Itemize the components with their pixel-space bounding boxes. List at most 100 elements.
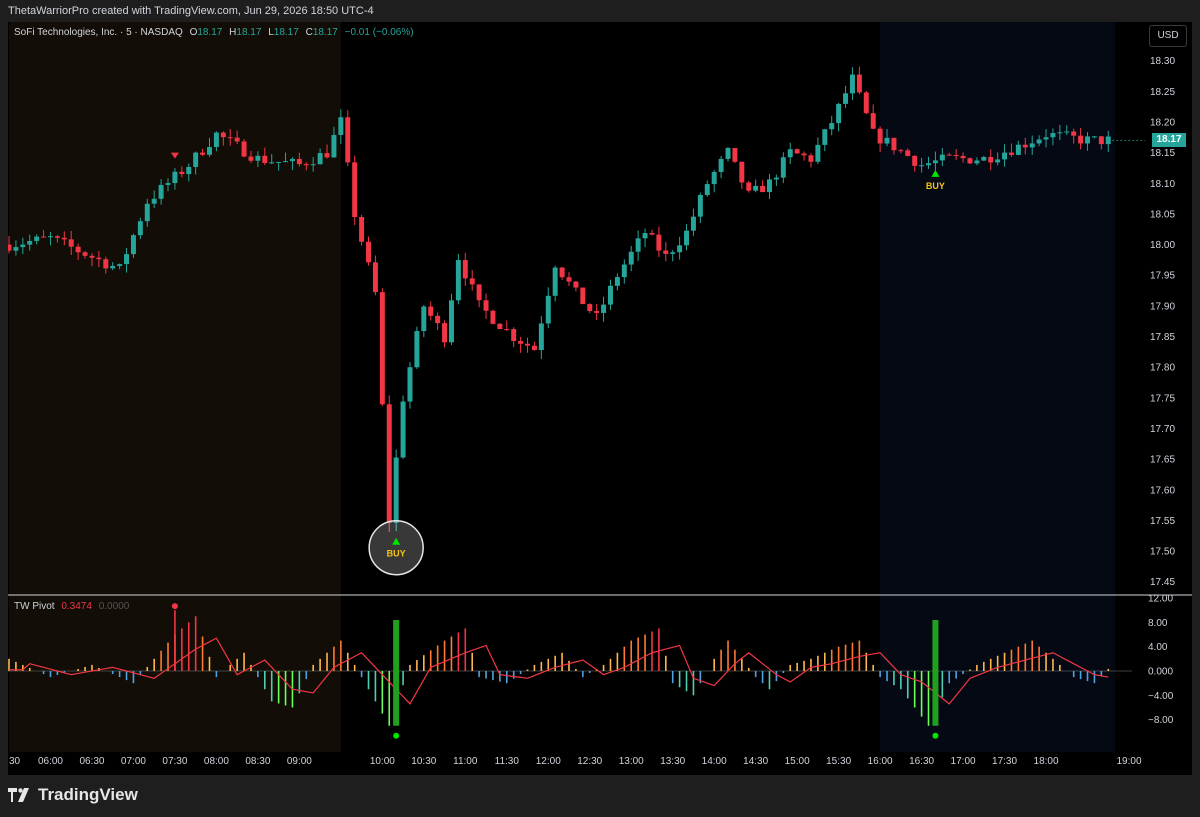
chart-area[interactable]: BUYBUY18.3518.3018.2518.2018.1518.1018.0…: [8, 22, 1192, 775]
time-axis-label: 16:30: [909, 756, 934, 767]
close-value: 18.17: [312, 27, 338, 38]
time-axis-label: 10:30: [411, 756, 436, 767]
time-axis-label: 18:00: [1034, 756, 1059, 767]
time-axis-label: 11:00: [453, 756, 478, 767]
candle-body: [518, 341, 524, 344]
buy-indicator-dot: [932, 732, 939, 739]
price-axis-label: 17.65: [1150, 455, 1175, 466]
time-axis-label: 12:00: [536, 756, 561, 767]
time-axis-label: 16:00: [868, 756, 893, 767]
candle-body: [808, 155, 814, 162]
candle-body: [684, 230, 690, 246]
indicator-axis-label: −8.00: [1148, 715, 1174, 726]
price-axis-label: 18.20: [1150, 117, 1175, 128]
indicator-legend: TW Pivot 0.3474 0.0000: [14, 601, 129, 612]
tradingview-logo[interactable]: TradingView: [8, 785, 138, 805]
candle-body: [283, 161, 289, 163]
candle-body: [677, 245, 683, 253]
candle-body: [296, 158, 302, 165]
candle-body: [276, 161, 282, 163]
time-axis-label: 08:30: [245, 756, 270, 767]
tradingview-logo-icon: [8, 788, 29, 802]
candle-body: [1036, 139, 1042, 144]
indicator-axis-label: 12.00: [1148, 594, 1173, 605]
candle-body: [905, 150, 911, 156]
buy-highlight-circle: [368, 519, 424, 576]
candle-body: [628, 251, 634, 265]
candle-body: [690, 216, 696, 231]
indicator-value: 0.3474: [61, 601, 92, 612]
candle-body: [511, 329, 517, 342]
candle-body: [891, 137, 897, 151]
candle-body: [815, 144, 821, 162]
high-value: 18.17: [236, 27, 262, 38]
candle-body: [877, 128, 883, 144]
candle-body: [186, 166, 192, 175]
tradingview-brand: TradingView: [38, 785, 138, 804]
candle-body: [13, 247, 19, 251]
price-axis-label: 18.30: [1150, 56, 1175, 67]
candle-body: [407, 367, 413, 402]
candle-body: [89, 255, 95, 258]
candle-body: [54, 236, 60, 238]
candle-body: [241, 141, 247, 157]
indicator-axis-label: −4.00: [1148, 691, 1174, 702]
candle-body: [151, 198, 157, 204]
candle-body: [822, 129, 828, 145]
candle-body: [462, 260, 468, 279]
price-axis-label: 17.60: [1150, 485, 1175, 496]
candle-body: [324, 153, 330, 158]
candle-body: [898, 150, 904, 152]
candle-body: [573, 281, 579, 288]
afterhours-session-background: [880, 22, 1116, 752]
currency-button[interactable]: USD: [1149, 25, 1187, 47]
price-axis-label: 17.55: [1150, 516, 1175, 527]
chart-canvas[interactable]: BUYBUY18.3518.3018.2518.2018.1518.1018.0…: [8, 22, 1192, 775]
candle-body: [587, 304, 593, 312]
price-axis-label: 17.70: [1150, 424, 1175, 435]
candle-body: [1050, 133, 1056, 138]
candle-body: [552, 267, 558, 296]
candle-body: [455, 260, 461, 301]
candle-body: [919, 165, 925, 167]
candle-body: [525, 343, 531, 346]
candle-body: [289, 158, 295, 162]
time-axis-label: 14:30: [743, 756, 768, 767]
candle-body: [345, 117, 351, 163]
candle-body: [531, 345, 537, 351]
buy-indicator-spike: [393, 620, 400, 726]
candle-body: [843, 93, 849, 104]
change-value: −0.01 (−0.06%): [344, 27, 414, 38]
candle-body: [172, 171, 178, 184]
candle-body: [110, 265, 116, 269]
candle-body: [1071, 131, 1077, 136]
candle-body: [580, 287, 586, 305]
candle-body: [435, 315, 441, 324]
candle-body: [269, 162, 275, 164]
candle-body: [801, 153, 807, 156]
candle-body: [732, 147, 738, 162]
indicator-value-2: 0.0000: [98, 601, 130, 612]
candle-body: [220, 132, 226, 138]
indicator-axis-label: 0.000: [1148, 667, 1173, 678]
candle-body: [234, 137, 240, 142]
time-axis-label: 06:30: [79, 756, 104, 767]
time-axis-label: 09:00: [287, 756, 312, 767]
candle-body: [725, 147, 731, 159]
candle-body: [932, 160, 938, 164]
candle-body: [988, 157, 994, 163]
candle-body: [601, 304, 607, 313]
candle-body: [366, 241, 371, 263]
candle-body: [656, 234, 662, 251]
candle-body: [359, 217, 365, 242]
time-axis-label: 15:30: [826, 756, 851, 767]
candle-body: [448, 300, 454, 343]
time-axis-label: 08:00: [204, 756, 229, 767]
price-axis-label: 18.00: [1150, 240, 1175, 251]
candle-body: [607, 285, 613, 305]
candle-body: [1008, 152, 1014, 155]
buy-signal-label: BUY: [387, 549, 406, 559]
time-axis-label: 10:00: [370, 756, 395, 767]
time-axis-label: 07:00: [121, 756, 146, 767]
candle-body: [649, 233, 655, 235]
